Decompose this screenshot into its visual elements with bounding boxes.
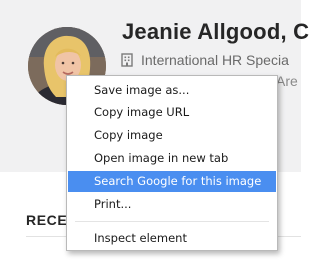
menu-item-copy-image-url[interactable]: Copy image URL bbox=[68, 102, 276, 123]
menu-item-print[interactable]: Print... bbox=[68, 194, 276, 215]
menu-separator bbox=[75, 221, 269, 222]
profile-name: Jeanie Allgood, C bbox=[122, 19, 310, 44]
building-icon bbox=[121, 53, 133, 67]
profile-title: International HR Specia bbox=[141, 52, 289, 68]
profile-location: Are bbox=[276, 73, 298, 89]
menu-item-open-image-in-new-tab[interactable]: Open image in new tab bbox=[68, 148, 276, 169]
section-heading: RECE bbox=[26, 212, 68, 228]
context-menu: Save image as... Copy image URL Copy ima… bbox=[66, 75, 278, 251]
menu-item-save-image-as[interactable]: Save image as... bbox=[68, 80, 276, 101]
menu-item-copy-image[interactable]: Copy image bbox=[68, 125, 276, 146]
menu-item-inspect-element[interactable]: Inspect element bbox=[68, 228, 276, 249]
profile-title-row: International HR Specia bbox=[120, 52, 289, 68]
menu-item-search-google-for-image[interactable]: Search Google for this image bbox=[68, 171, 276, 192]
